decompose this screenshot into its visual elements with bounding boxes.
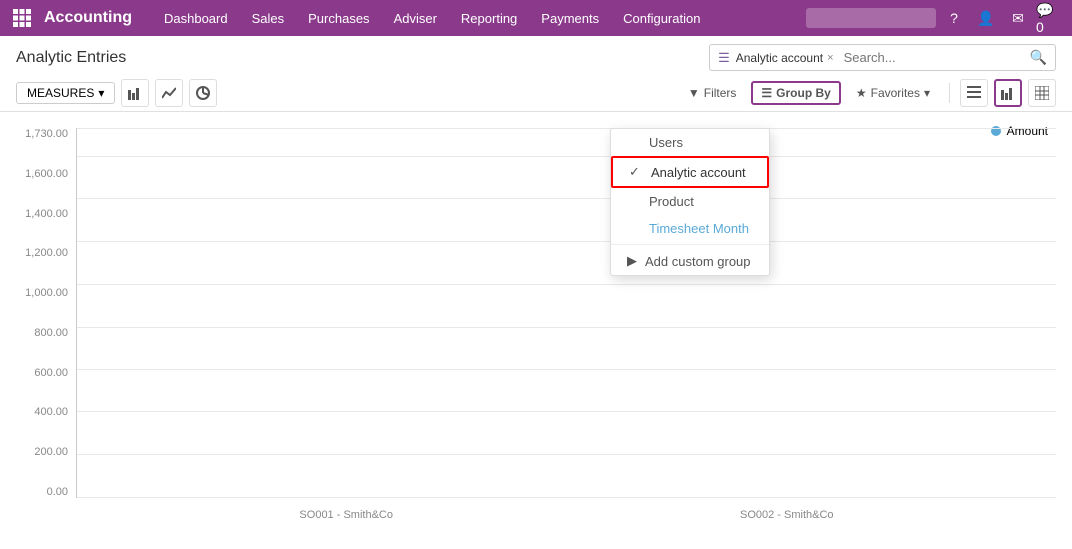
measures-arrow-icon: ▾ [98,86,104,100]
top-navigation: Accounting Dashboard Sales Purchases Adv… [0,0,1072,36]
mail-icon[interactable]: ✉ [1004,4,1032,32]
grid-line-5 [77,327,1056,328]
app-title: Accounting [44,9,132,27]
page-header: Analytic Entries ☰ Analytic account × 🔍 [0,36,1072,75]
pie-chart-type-button[interactable] [189,79,217,107]
chart-plot: SO001 - Smith&Co SO002 - Smith&Co [76,128,1056,498]
group-by-label: Group By [776,86,831,100]
filter-tag-text: Analytic account [736,51,823,65]
user-icon[interactable]: 👤 [972,4,1000,32]
nav-item-payments[interactable]: Payments [531,0,609,36]
chart-area: Amount 1,730.00 1,600.00 1,400.00 1,200.… [0,112,1072,542]
grid-line-3 [77,241,1056,242]
dropdown-item-analytic-account[interactable]: ✓ Analytic account [611,156,769,188]
y-label-2: 1,400.00 [25,208,68,220]
y-label-8: 200.00 [34,446,68,458]
y-label-0: 1,730.00 [25,128,68,140]
dropdown-item-custom-group[interactable]: ▶ Add custom group [611,247,769,275]
nav-item-purchases[interactable]: Purchases [298,0,379,36]
nav-item-dashboard[interactable]: Dashboard [154,0,238,36]
filters-button[interactable]: ▼ Filters [679,82,746,104]
y-label-1: 1,600.00 [25,168,68,180]
nav-item-sales[interactable]: Sales [242,0,295,36]
group-by-button[interactable]: ☰ Group By [751,81,840,105]
group-by-dropdown: Users ✓ Analytic account Product Timeshe… [610,128,770,276]
x-label-so001: SO001 - Smith&Co [299,509,393,521]
filter-icon: ▼ [688,86,700,100]
table-view-button[interactable] [1028,79,1056,107]
grid-line-0 [77,128,1056,129]
nav-item-configuration[interactable]: Configuration [613,0,710,36]
filter-tag-icon: ☰ [718,50,730,66]
y-label-7: 400.00 [34,406,68,418]
bar-chart-type-button[interactable] [121,79,149,107]
dropdown-label-users: Users [649,135,683,150]
search-icon[interactable]: 🔍 [1030,49,1047,66]
dropdown-item-timesheet-month[interactable]: Timesheet Month [611,215,769,242]
check-icon-product [627,194,641,209]
help-icon[interactable]: ? [940,4,968,32]
dropdown-label-custom-group: Add custom group [645,254,751,269]
check-icon-timesheet-month [627,221,641,236]
y-label-3: 1,200.00 [25,247,68,259]
grid-line-2 [77,198,1056,199]
bar-view-button[interactable] [994,79,1022,107]
nav-item-adviser[interactable]: Adviser [384,0,447,36]
dropdown-label-analytic-account: Analytic account [651,165,746,180]
dropdown-label-timesheet-month: Timesheet Month [649,221,749,236]
y-label-6: 600.00 [34,367,68,379]
dropdown-label-product: Product [649,194,694,209]
custom-group-arrow-icon: ▶ [627,253,637,269]
global-search-input[interactable] [806,8,936,28]
app-grid-icon[interactable] [8,4,36,32]
y-label-4: 1,000.00 [25,287,68,299]
nav-item-reporting[interactable]: Reporting [451,0,527,36]
chart-container: 1,730.00 1,600.00 1,400.00 1,200.00 1,00… [16,128,1056,498]
y-axis: 1,730.00 1,600.00 1,400.00 1,200.00 1,00… [16,128,76,498]
filters-label: Filters [704,86,737,100]
y-label-5: 800.00 [34,327,68,339]
search-input[interactable] [840,48,1024,67]
y-label-9: 0.00 [47,486,68,498]
grid-line-1 [77,156,1056,157]
dropdown-divider [611,244,769,245]
dropdown-item-product[interactable]: Product [611,188,769,215]
grid-line-8 [77,454,1056,455]
star-icon: ★ [856,86,867,100]
line-chart-type-button[interactable] [155,79,183,107]
favorites-button[interactable]: ★ Favorites ▾ [847,82,939,104]
grid-line-9 [77,497,1056,498]
dropdown-item-users[interactable]: Users [611,129,769,156]
x-label-so002: SO002 - Smith&Co [740,509,834,521]
messages-icon[interactable]: 💬 0 [1036,4,1064,32]
page-title: Analytic Entries [16,49,126,67]
list-view-button[interactable] [960,79,988,107]
grid-line-4 [77,284,1056,285]
analytic-account-filter-tag[interactable]: Analytic account × [736,51,834,65]
measures-button[interactable]: MEASURES ▾ [16,82,115,104]
check-icon-analytic-account: ✓ [629,164,643,180]
divider [949,83,950,103]
check-icon-users [627,135,641,150]
grid-line-7 [77,411,1056,412]
filter-tag-close[interactable]: × [827,52,833,64]
favorites-arrow-icon: ▾ [924,86,930,100]
grid-line-6 [77,369,1056,370]
measures-label: MEASURES [27,86,94,100]
favorites-label: Favorites [871,86,920,100]
group-by-icon: ☰ [761,86,772,100]
toolbar: MEASURES ▾ ▼ Filters ☰ Group By ★ Favori… [0,75,1072,112]
